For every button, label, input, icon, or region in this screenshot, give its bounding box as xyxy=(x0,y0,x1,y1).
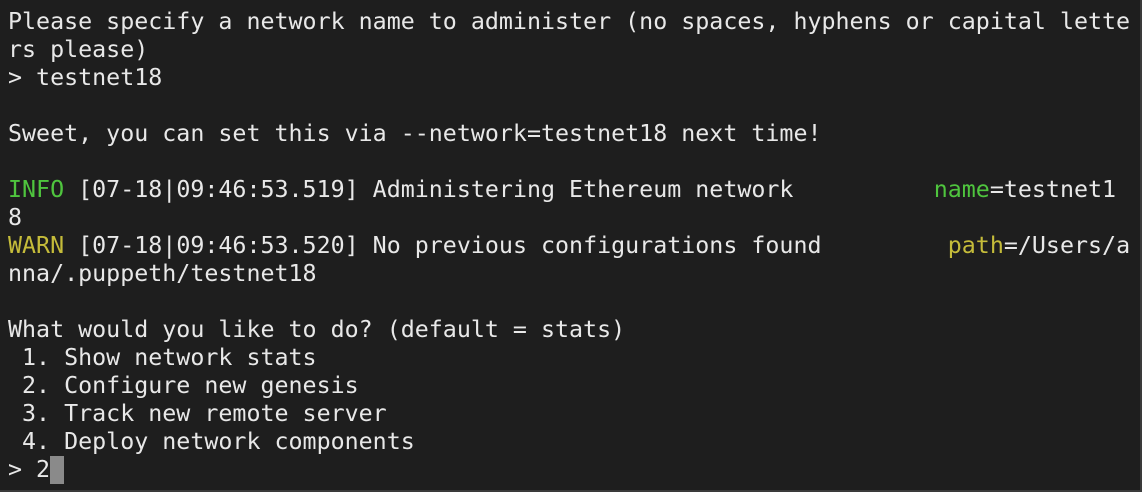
warn-value: =/Users/a xyxy=(1003,232,1131,259)
info-level: INFO xyxy=(8,176,65,203)
prompt-line-1: Please specify a network name to adminis… xyxy=(8,8,1131,35)
menu-option-1: 1. Show network stats xyxy=(8,344,317,371)
current-input[interactable]: > 2 xyxy=(8,456,50,483)
info-log-wrap: 8 xyxy=(8,204,23,231)
menu-option-4: 4. Deploy network components xyxy=(8,428,415,455)
prompt-line-2: rs please) xyxy=(8,36,149,63)
info-log-line: INFO [07-18|09:46:53.519] Administering … xyxy=(8,176,1140,204)
terminal-window[interactable]: Please specify a network name to adminis… xyxy=(0,0,1142,492)
text-cursor xyxy=(50,456,65,484)
warn-log-line: WARN [07-18|09:46:53.520] No previous co… xyxy=(8,232,1140,260)
warn-level: WARN xyxy=(8,232,65,259)
network-input-echo: > testnet18 xyxy=(8,64,163,91)
info-key: name xyxy=(933,176,990,203)
sweet-message: Sweet, you can set this via --network=te… xyxy=(8,120,822,147)
menu-option-2: 2. Configure new genesis xyxy=(8,372,359,399)
warn-log-wrap: nna/.puppeth/testnet18 xyxy=(8,260,317,287)
menu-question: What would you like to do? (default = st… xyxy=(8,316,626,343)
warn-message: [07-18|09:46:53.520] No previous configu… xyxy=(64,232,948,259)
info-message: [07-18|09:46:53.519] Administering Ether… xyxy=(64,176,934,203)
menu-option-3: 3. Track new remote server xyxy=(8,400,387,427)
info-value: =testnet1 xyxy=(989,176,1117,203)
warn-key: path xyxy=(947,232,1004,259)
input-line[interactable]: > 2 xyxy=(8,456,1140,484)
